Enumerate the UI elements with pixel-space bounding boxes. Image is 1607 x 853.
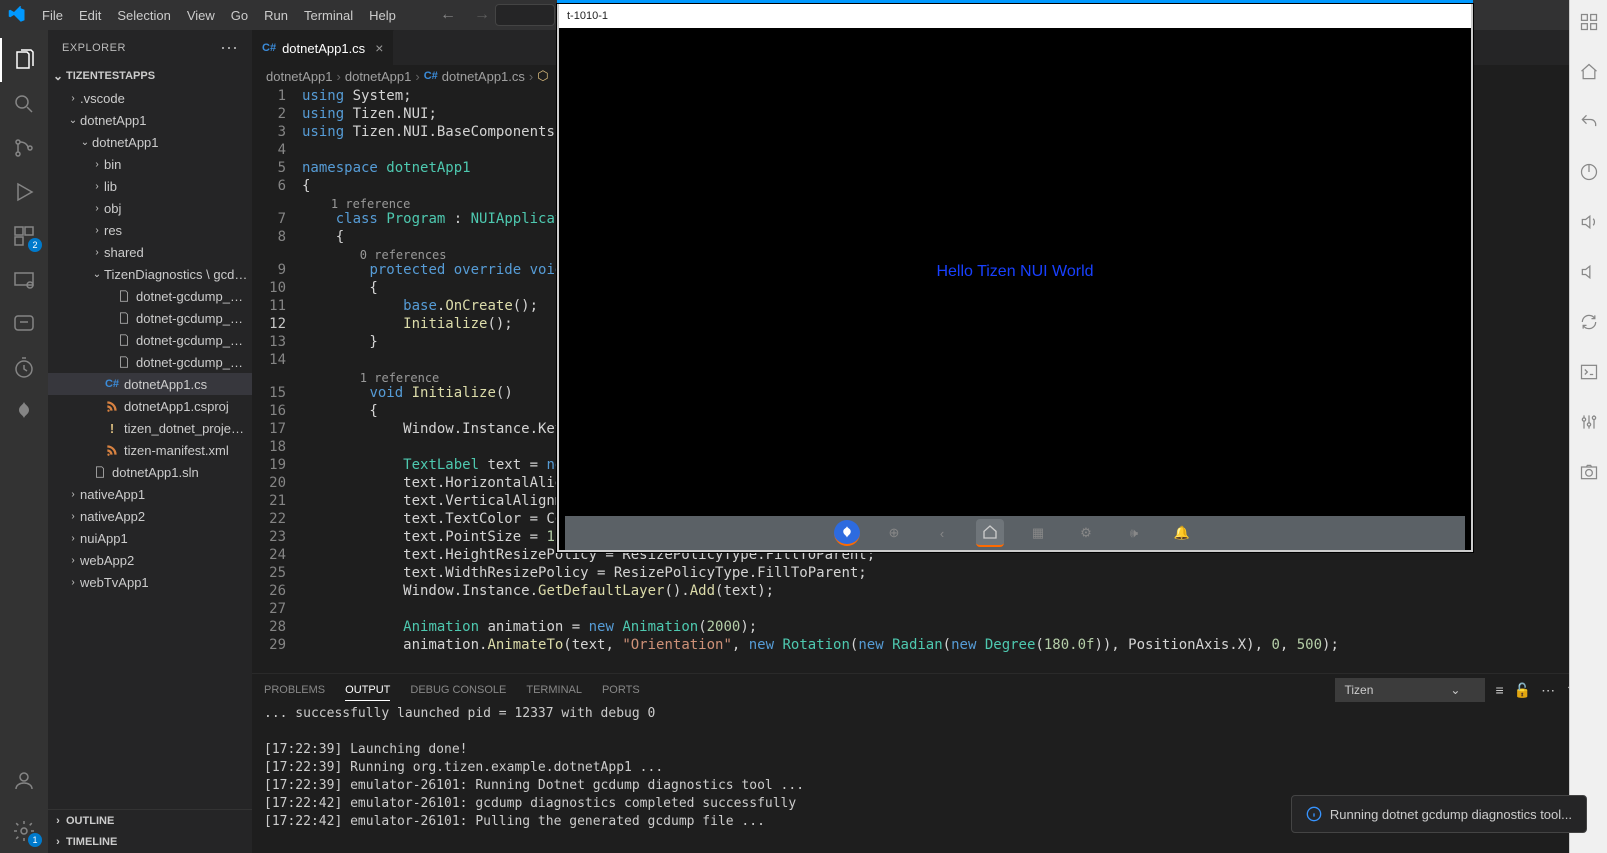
panel-tabs: PROBLEMS OUTPUT DEBUG CONSOLE TERMINAL PORTS…	[252, 674, 1607, 706]
tizen-icon[interactable]	[0, 390, 48, 434]
menu-go[interactable]: Go	[223, 4, 256, 27]
terminal-icon[interactable]	[1573, 356, 1605, 388]
explorer-icon[interactable]	[0, 38, 48, 82]
extensions-badge: 2	[28, 238, 42, 252]
volume-down-icon[interactable]	[1573, 256, 1605, 288]
tree-folder[interactable]: ›res	[48, 219, 252, 241]
settings-nav-icon[interactable]: ⚙	[1072, 519, 1100, 547]
timer-icon[interactable]	[0, 346, 48, 390]
menu-view[interactable]: View	[179, 4, 223, 27]
apps-icon[interactable]: ▦	[1024, 519, 1052, 547]
tree-folder[interactable]: ›.vscode	[48, 87, 252, 109]
sidebar: EXPLORER ⋯ ⌄ TIZENTESTAPPS ›.vscode⌄dotn…	[48, 30, 252, 853]
tree-folder[interactable]: ›lib	[48, 175, 252, 197]
tree-folder[interactable]: ›bin	[48, 153, 252, 175]
tree-file[interactable]: dotnet-gcdump_20241010...	[48, 329, 252, 351]
tree-folder[interactable]: ›webApp2	[48, 549, 252, 571]
panel-tab-terminal[interactable]: TERMINAL	[526, 680, 582, 701]
emulator-screen[interactable]: Hello Tizen NUI World	[565, 34, 1465, 510]
chat-icon[interactable]	[0, 302, 48, 346]
screenshot-icon[interactable]	[1573, 456, 1605, 488]
tab-dotnetapp1[interactable]: C# dotnetApp1.cs ×	[252, 30, 394, 65]
sidebar-title: EXPLORER	[62, 42, 126, 54]
nav-back-icon[interactable]: ←	[440, 6, 456, 24]
output-channel-select[interactable]: Tizen⌄	[1335, 678, 1485, 702]
emulator-toolbar	[1569, 0, 1607, 853]
more-icon[interactable]: ⋯	[1541, 682, 1555, 699]
rotate-icon[interactable]	[1573, 306, 1605, 338]
tree-folder[interactable]: ›nativeApp1	[48, 483, 252, 505]
tree-folder[interactable]: ⌄dotnetApp1	[48, 109, 252, 131]
tree-folder[interactable]: ›nativeApp2	[48, 505, 252, 527]
menu-run[interactable]: Run	[256, 4, 296, 27]
tree-folder[interactable]: ⌄TizenDiagnostics \ gcdump	[48, 263, 252, 285]
menu-terminal[interactable]: Terminal	[296, 4, 361, 27]
tree-folder[interactable]: ⌄dotnetApp1	[48, 131, 252, 153]
file-tree: ⌄ TIZENTESTAPPS ›.vscode⌄dotnetApp1⌄dotn…	[48, 65, 252, 809]
timeline-section[interactable]: › TIMELINE	[48, 831, 252, 853]
emulator-screen-text: Hello Tizen NUI World	[936, 263, 1093, 281]
nav-forward-icon[interactable]: →	[474, 6, 490, 24]
back-icon[interactable]: ‹	[928, 519, 956, 547]
panel-tab-output[interactable]: OUTPUT	[345, 680, 390, 701]
notification-toast[interactable]: Running dotnet gcdump diagnostics tool..…	[1291, 795, 1587, 833]
grid-icon[interactable]	[1573, 6, 1605, 38]
tree-file[interactable]: dotnet-gcdump_20241010...	[48, 307, 252, 329]
home-toolbar-icon[interactable]	[1573, 56, 1605, 88]
remote-icon[interactable]	[0, 258, 48, 302]
add-icon[interactable]: ⊕	[880, 519, 908, 547]
panel-tab-ports[interactable]: PORTS	[602, 680, 640, 701]
volume-up-icon[interactable]	[1573, 206, 1605, 238]
tree-file[interactable]: !tizen_dotnet_project.yaml	[48, 417, 252, 439]
tree-file[interactable]: dotnetApp1.sln	[48, 461, 252, 483]
tree-file[interactable]: dotnetApp1.csproj	[48, 395, 252, 417]
emulator-navbar: ⊕ ‹ ▦ ⚙ 🕪 🔔	[565, 516, 1465, 550]
activity-bar: 2 1	[0, 30, 48, 853]
outline-section[interactable]: › OUTLINE	[48, 809, 252, 831]
sliders-icon[interactable]	[1573, 406, 1605, 438]
volume-icon[interactable]: 🕪	[1120, 519, 1148, 547]
notification-icon[interactable]: 🔔	[1168, 519, 1196, 547]
tree-file[interactable]: dotnet-gcdump_20241010...	[48, 351, 252, 373]
vscode-icon	[8, 6, 26, 24]
command-center-input[interactable]	[495, 4, 555, 26]
lock-icon[interactable]: 🔓	[1514, 682, 1531, 699]
source-control-icon[interactable]	[0, 126, 48, 170]
csharp-icon: C#	[424, 70, 438, 82]
emulator-window[interactable]: t-1010-1 Hello Tizen NUI World ⊕ ‹ ▦ ⚙ 🕪…	[557, 4, 1473, 552]
panel-tab-debug-console[interactable]: DEBUG CONSOLE	[410, 680, 506, 701]
tree-file[interactable]: tizen-manifest.xml	[48, 439, 252, 461]
search-icon[interactable]	[0, 82, 48, 126]
tree-file[interactable]: C#dotnetApp1.cs	[48, 373, 252, 395]
home-icon[interactable]	[976, 519, 1004, 547]
run-debug-icon[interactable]	[0, 170, 48, 214]
power-icon[interactable]	[1573, 156, 1605, 188]
csharp-icon: C#	[262, 42, 276, 54]
accounts-icon[interactable]	[0, 759, 48, 803]
sidebar-more-icon[interactable]: ⋯	[220, 39, 238, 57]
tree-file[interactable]: dotnet-gcdump_20241010...	[48, 285, 252, 307]
undo-icon[interactable]	[1573, 106, 1605, 138]
tree-folder[interactable]: ›nuiApp1	[48, 527, 252, 549]
settings-icon[interactable]: 1	[0, 809, 48, 853]
tizen-logo-icon[interactable]	[834, 520, 860, 546]
tree-folder[interactable]: ›shared	[48, 241, 252, 263]
list-icon[interactable]: ≡	[1495, 682, 1503, 698]
panel-tab-problems[interactable]: PROBLEMS	[264, 680, 325, 701]
menu-file[interactable]: File	[34, 4, 71, 27]
info-icon	[1306, 806, 1322, 822]
settings-badge: 1	[28, 833, 42, 847]
menu-help[interactable]: Help	[361, 4, 404, 27]
close-icon[interactable]: ×	[375, 40, 383, 56]
menu-selection[interactable]: Selection	[109, 4, 178, 27]
menu-edit[interactable]: Edit	[71, 4, 109, 27]
tree-folder[interactable]: ›obj	[48, 197, 252, 219]
tree-folder[interactable]: ›webTvApp1	[48, 571, 252, 593]
emulator-titlebar[interactable]: t-1010-1	[559, 4, 1471, 28]
tree-root[interactable]: ⌄ TIZENTESTAPPS	[48, 65, 252, 87]
extensions-icon[interactable]: 2	[0, 214, 48, 258]
